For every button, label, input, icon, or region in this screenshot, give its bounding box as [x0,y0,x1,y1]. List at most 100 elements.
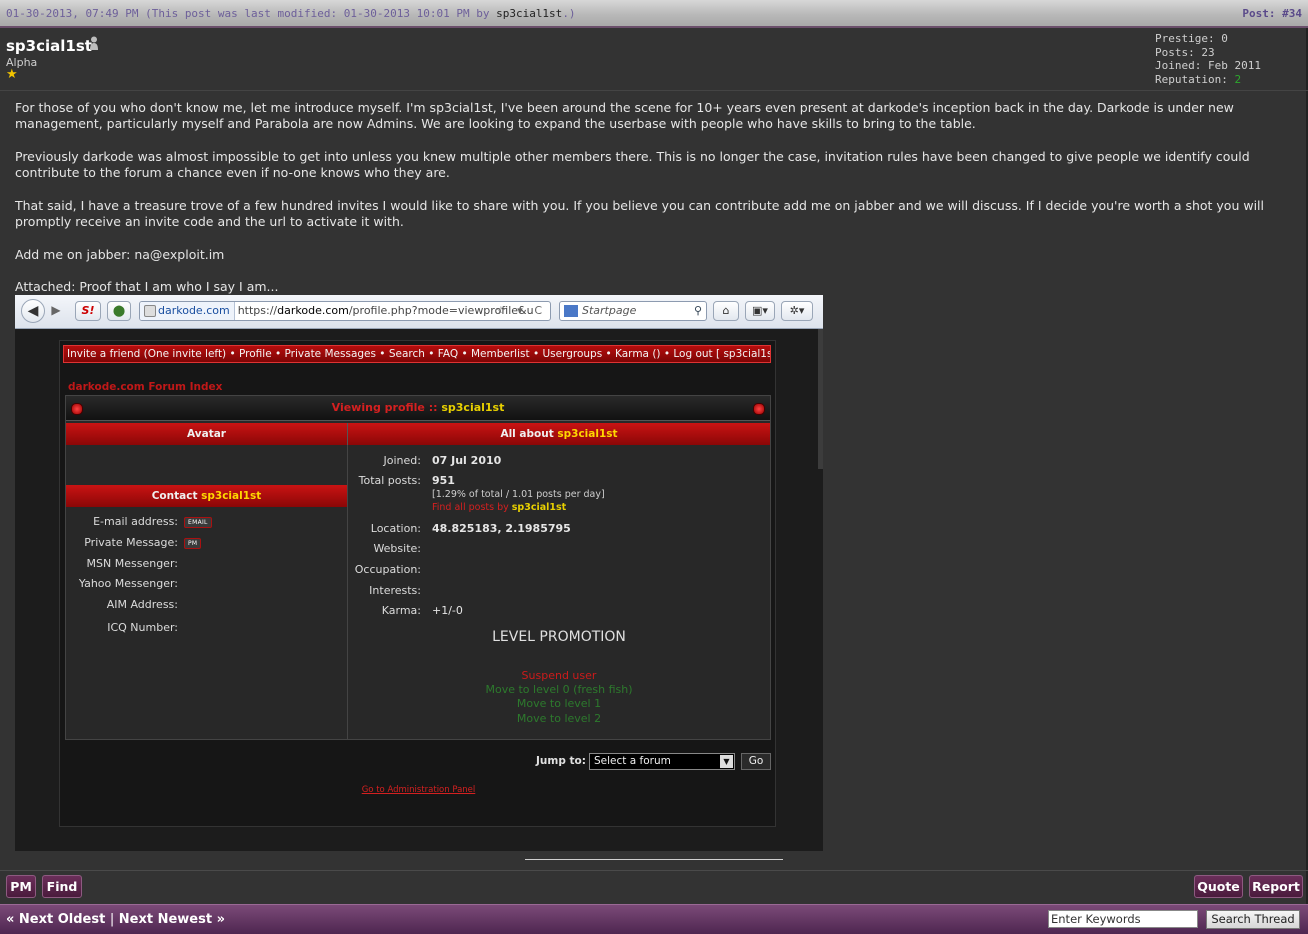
contact-header: Contact sp3cial1st [66,485,347,507]
post-message: For those of you who don't know me, let … [15,100,1295,312]
site-identity: darkode.com [140,302,235,320]
karma-label: Karma: [381,604,421,617]
offline-status-icon [90,36,98,50]
divider [0,870,1308,871]
profile-title-bar: Viewing profile :: sp3cial1st [66,396,770,421]
jump-to-label: Jump to: [536,755,586,767]
all-about-name: sp3cial1st [557,428,618,440]
joined-value: 07 Jul 2010 [432,454,502,467]
post-number: Post: #34 [1242,7,1302,20]
quote-button[interactable]: Quote [1194,875,1243,898]
back-arrow-icon: ◀ [21,299,45,323]
pm-button[interactable]: PM [6,875,36,898]
screenshot-scrollbar [818,329,823,469]
forum-select: Select a forum ▼ [589,753,735,770]
pm-label: Private Message: [84,536,178,549]
suspend-user-link: Suspend user [521,669,597,682]
browser-url-bar: darkode.com https://darkode.com/profile.p… [139,301,551,321]
search-thread-button[interactable]: Search Thread [1206,910,1300,929]
bookmarks-icon: ▣▾ [745,301,775,321]
message-paragraph: Add me on jabber: na@exploit.im [15,246,225,262]
url-text: https://darkode.com/profile.php?mode=vie… [235,304,534,317]
attached-screenshot[interactable]: ◀ ▶ S! ⬤ darkode.com https://darkode.com/… [15,295,823,851]
onion-icon: ⬤ [107,301,131,321]
find-posts-link: Find all posts by sp3cial1st [432,502,566,513]
email-icon: EMAIL [184,517,212,528]
darkode-page: Invite a friend (One invite left) • Prof… [59,340,776,827]
post-modified-text: (This post was last modified: 01-30-2013… [145,7,497,20]
avatar-header: Avatar [66,423,348,445]
reputation-label: Reputation: [1155,72,1235,86]
post-modified-suffix: .) [562,7,576,20]
yahoo-label: Yahoo Messenger: [78,577,178,590]
message-paragraph: Previously darkode was almost impossible… [15,148,1250,181]
rank-star-icon: ★ [6,67,18,82]
posts-label: Total posts: [358,474,421,487]
post-meta: 01-30-2013, 07:49 PM (This post was last… [6,7,576,20]
divider [0,90,1308,91]
url-prefix: https:// [237,304,278,317]
contact-label: Contact [151,490,202,502]
occupation-label: Occupation: [354,563,421,576]
author-joined: Joined: Feb 2011 [1155,59,1261,72]
find-button[interactable]: Find [42,875,82,898]
find-posts-name: sp3cial1st [511,502,567,513]
all-about-header: All about sp3cial1st [348,423,770,445]
karma-value: +1/-0 [432,604,463,617]
author-stats: Prestige: 0 Posts: 23 Joined: Feb 2011 R… [1155,32,1261,86]
report-button[interactable]: Report [1249,875,1303,898]
home-icon: ⌂ [713,301,739,321]
red-dot-icon [71,403,83,415]
go-button: Go [741,753,771,770]
next-newest-link[interactable]: Next Newest » [119,912,225,927]
post-modified-by[interactable]: sp3cial1st [496,7,562,20]
chevron-down-icon: ▼ [720,755,733,768]
post-date: 01-30-2013, 07:49 PM [6,7,139,20]
red-dot-icon [753,403,765,415]
next-oldest-link[interactable]: « Next Oldest [6,912,105,927]
darkode-forum-index: darkode.com Forum Index [68,381,223,393]
interests-label: Interests: [369,584,421,597]
aim-label: AIM Address: [106,598,178,611]
message-paragraph: That said, I have a treasure trove of a … [15,197,1264,230]
browser-search-box: Startpage ⚲ [559,301,707,321]
viewing-profile-label: Viewing profile :: [331,401,442,414]
icq-label: ICQ Number: [107,621,178,634]
thread-footer: « Next Oldest | Next Newest » Enter Keyw… [0,904,1308,934]
level-promotion-title: LEVEL PROMOTION [492,629,626,645]
tools-icon: ✲▾ [781,301,813,321]
search-icon: ⚲ [693,304,702,317]
reputation-value[interactable]: 2 [1234,73,1241,86]
darkode-nav: Invite a friend (One invite left) • Prof… [63,345,771,363]
posts-value: 951 [432,474,455,487]
post-label: Post: [1242,7,1283,20]
viewing-profile-name: sp3cial1st [441,401,505,414]
msn-label: MSN Messenger: [86,557,178,570]
author-reputation: Reputation: 2 [1155,73,1261,87]
website-label: Website: [373,542,421,555]
keywords-input[interactable]: Enter Keywords [1048,910,1198,928]
find-posts-label: Find all posts by [432,502,512,513]
message-paragraph: Attached: Proof that I am who I say I am… [15,279,279,295]
author-posts: Posts: 23 [1155,45,1215,59]
nav-divider: | [109,912,115,927]
author-username[interactable]: sp3cial1st [6,37,92,55]
forward-arrow-icon: ▶ [51,303,61,317]
location-label: Location: [370,522,421,535]
admin-panel-link: Go to Administration Panel [361,785,476,795]
joined-label: Joined: [383,454,421,467]
post-number-link[interactable]: #34 [1282,7,1302,20]
move-level-1-link: Move to level 1 [516,697,602,710]
forum-select-value: Select a forum [594,755,671,767]
posts-detail: [1.29% of total / 1.01 posts per day] [432,489,605,500]
message-paragraph: For those of you who don't know me, let … [15,100,1234,132]
contact-name: sp3cial1st [201,490,262,502]
search-placeholder: Startpage [582,304,637,317]
author-prestige: Prestige: 0 [1155,32,1228,45]
url-controls-icon: ☆ ▾ C [495,304,546,317]
all-about-label: All about [500,428,558,440]
email-label: E-mail address: [93,515,178,528]
thread-navigation: « Next Oldest | Next Newest » [6,912,225,927]
profile-box: Viewing profile :: sp3cial1st Avatar All… [65,395,771,740]
url-domain: darkode.com [277,304,349,317]
